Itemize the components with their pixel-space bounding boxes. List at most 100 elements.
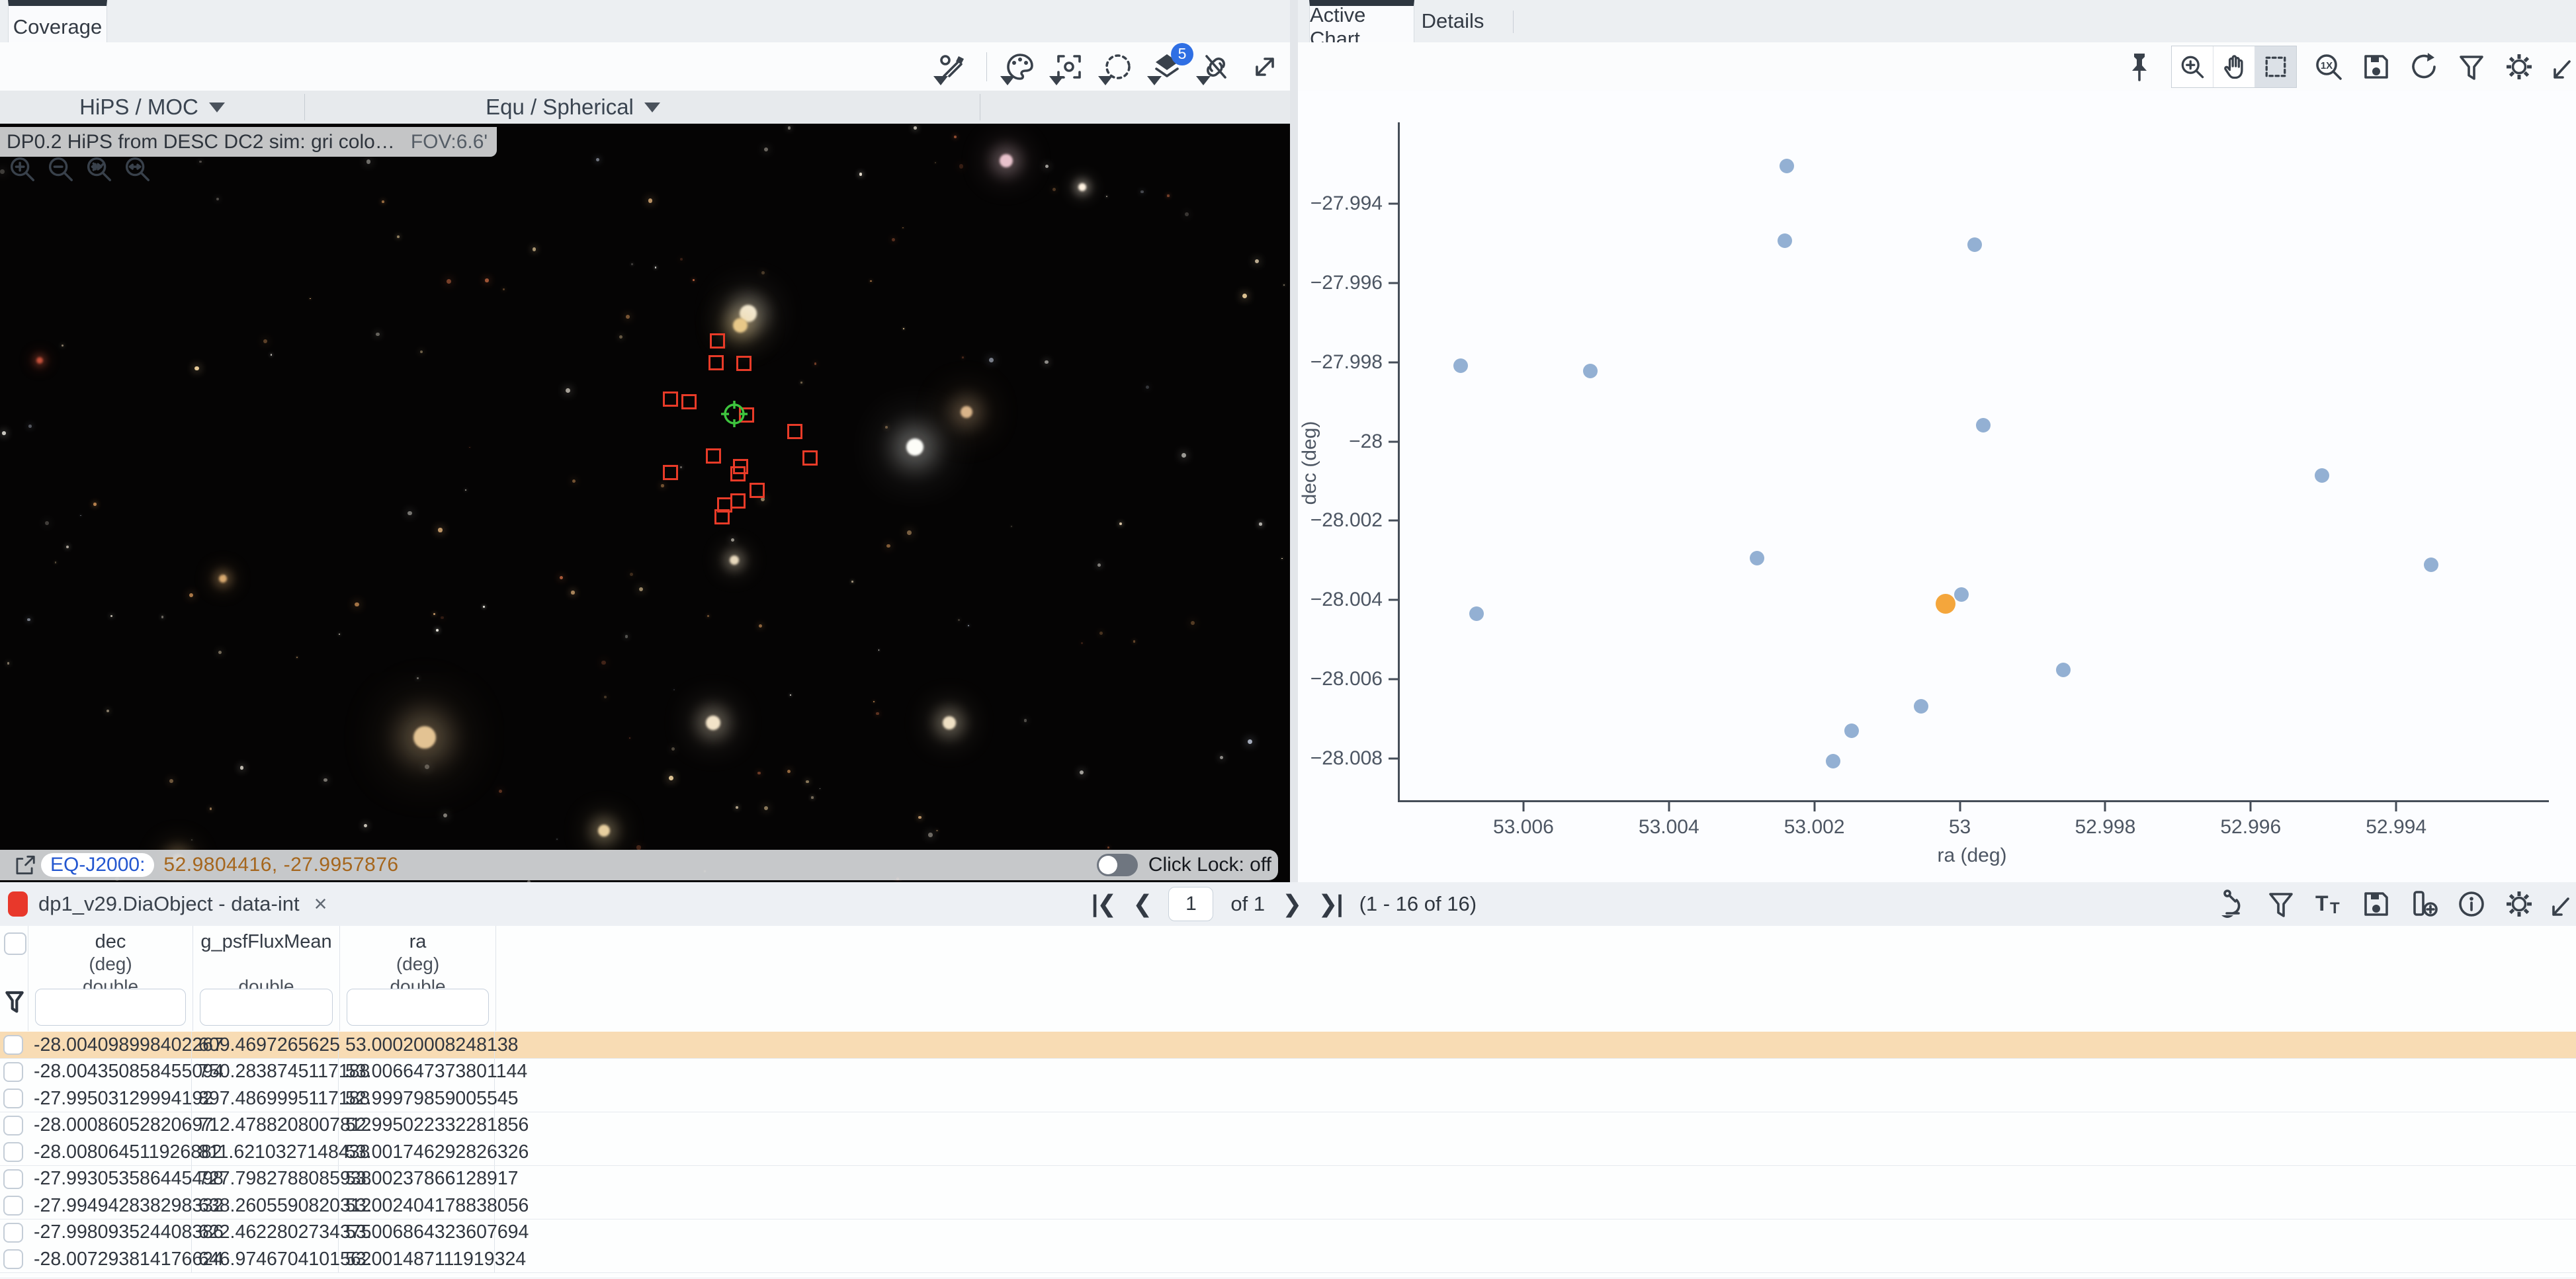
table-row[interactable]: -28.007293814176624646.974670410156253.0… [0,1246,2576,1273]
hips-moc-dropdown[interactable]: HiPS / MOC [0,95,304,120]
unlink-icon[interactable] [1200,51,1232,83]
color-palette-icon[interactable] [1004,51,1036,83]
column-filter-input[interactable] [200,989,333,1026]
data-point[interactable] [2315,468,2329,483]
data-point[interactable] [1780,159,1794,173]
data-point[interactable] [1469,606,1484,621]
column-header-ra[interactable]: ra(deg)double [339,926,496,1031]
row-checkbox[interactable] [3,1249,23,1269]
column-header-dec[interactable]: dec(deg)double [28,926,193,1031]
tools-icon[interactable] [937,51,969,83]
row-checkbox[interactable] [3,1169,23,1189]
data-point[interactable] [1750,551,1764,565]
last-page-icon[interactable]: ❯| [1318,890,1342,918]
catalog-marker-square[interactable] [787,424,802,439]
catalog-marker-square[interactable] [730,466,746,481]
expand-icon[interactable] [2551,51,2571,83]
layers-icon[interactable]: 5 [1151,51,1183,83]
refresh-icon[interactable] [2408,51,2440,83]
panel-divider[interactable] [1290,0,1298,882]
column-filter-input[interactable] [347,989,489,1026]
info-icon[interactable] [2456,888,2487,920]
row-checkbox[interactable] [3,1196,23,1216]
chart-select-icon[interactable] [2255,46,2296,87]
zoom-fill-icon[interactable] [122,153,152,184]
row-checkbox[interactable] [3,1223,23,1243]
row-checkbox[interactable] [3,1142,23,1162]
zoom-original-icon[interactable]: 1X [2313,51,2344,83]
data-point[interactable] [2424,557,2438,572]
coord-system-chip[interactable]: EQ-J2000: [41,853,154,877]
table-row[interactable]: -28.00086052820697712.478820800781252.99… [0,1112,2576,1139]
page-number-input[interactable] [1168,887,1213,921]
recenter-icon[interactable] [1053,51,1085,83]
catalog-marker-square[interactable] [750,483,765,498]
select-all-checkbox[interactable] [4,932,26,955]
row-checkbox[interactable] [3,1035,23,1055]
table-tab[interactable]: dp1_v29.DiaObject - data-int × [0,884,340,925]
row-checkbox[interactable] [3,1089,23,1108]
table-row[interactable]: -28.008064511926882811.621032714843853.0… [0,1139,2576,1166]
chart-pan-icon[interactable] [2213,46,2255,87]
catalog-marker-square[interactable] [714,509,730,524]
filter-row-icon[interactable] [1,983,28,1022]
close-icon[interactable]: × [314,891,327,917]
chart-zoom-icon[interactable] [2172,46,2213,87]
add-column-icon[interactable] [2408,888,2440,920]
text-view-icon[interactable]: T T [2313,888,2344,920]
zoom-out-icon[interactable] [45,153,75,184]
data-point[interactable] [1583,364,1598,378]
inspect-icon[interactable] [2217,888,2249,920]
table-row[interactable]: -27.99503129994192897.486999511718852.99… [0,1085,2576,1112]
chart-area[interactable]: 53.00653.00453.0025352.99852.99652.994−2… [1298,91,2576,882]
column-header-g_psfFluxMean[interactable]: g_psfFluxMean double [193,926,340,1031]
table-row[interactable]: -27.994942838298332638.260559082031253.0… [0,1192,2576,1219]
next-page-icon[interactable]: ❯ [1282,890,1301,918]
highlighted-data-point[interactable] [1936,594,1955,614]
scatter-plot[interactable]: 53.00653.00453.0025352.99852.99652.994−2… [1398,122,2549,802]
data-point[interactable] [1976,418,1991,433]
coord-system-dropdown[interactable]: Equ / Spherical [305,95,841,120]
catalog-marker-square[interactable] [708,355,724,370]
catalog-marker-square[interactable] [681,394,697,409]
expand-icon[interactable] [1249,51,1281,83]
filter-icon[interactable] [2456,51,2487,83]
data-point[interactable] [1453,358,1468,373]
data-point[interactable] [1826,754,1840,768]
table-row-partial[interactable] [0,1273,2576,1278]
catalog-marker-square[interactable] [663,392,678,407]
table-row[interactable]: -27.998093524408386622.462280273437553.0… [0,1219,2576,1247]
table-row[interactable]: -28.004098998402267609.469726562553.0002… [0,1032,2576,1059]
row-checkbox[interactable] [3,1116,23,1135]
data-point[interactable] [1844,723,1859,738]
catalog-marker-square[interactable] [802,450,818,466]
settings-icon[interactable] [2503,888,2535,920]
data-point[interactable] [1954,587,1969,602]
open-external-icon[interactable] [12,852,37,878]
data-point[interactable] [1914,699,1928,714]
catalog-marker-square[interactable] [736,356,751,371]
catalog-marker-square[interactable] [710,333,725,349]
first-page-icon[interactable]: |❮ [1092,890,1115,918]
click-lock-toggle[interactable] [1097,854,1138,876]
select-region-icon[interactable] [1102,51,1134,83]
tab-coverage[interactable]: Coverage [8,0,107,48]
expand-icon[interactable] [2551,888,2569,920]
table-row[interactable]: -28.004350858455094750.283874511718853.0… [0,1059,2576,1086]
settings-icon[interactable] [2503,51,2535,83]
column-filter-input[interactable] [35,989,186,1026]
tab-active-chart[interactable]: Active Chart [1309,0,1414,48]
table-row[interactable]: -27.993053586445498727.798278808593853.0… [0,1166,2576,1193]
save-icon[interactable] [2360,51,2392,83]
sky-image[interactable]: DP0.2 HiPS from DESC DC2 sim: gri colo… … [0,124,1290,882]
catalog-marker-square[interactable] [663,465,678,480]
zoom-in-icon[interactable] [7,153,37,184]
filter-icon[interactable] [2265,888,2297,920]
zoom-fit-icon[interactable] [83,153,114,184]
save-icon[interactable] [2360,888,2392,920]
tab-details[interactable]: Details [1414,0,1492,42]
pin-icon[interactable] [2124,51,2155,83]
data-point[interactable] [1967,237,1982,252]
prev-page-icon[interactable]: ❮ [1133,890,1151,918]
row-checkbox[interactable] [3,1062,23,1082]
